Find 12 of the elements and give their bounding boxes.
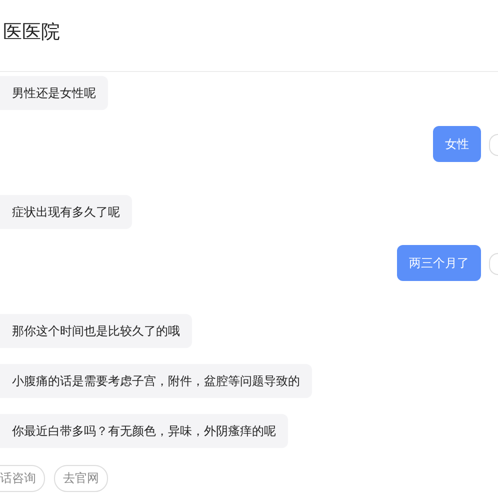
- message-bubble: 你最近白带多吗？有无颜色，异味，外阴瘙痒的呢: [0, 414, 288, 448]
- quick-reply-chip[interactable]: 话咨询: [0, 465, 45, 492]
- message-bubble: 那你这个时间也是比较久了的哦: [0, 314, 192, 348]
- message-bubble: 两三个月了: [397, 245, 481, 281]
- message-bubble: 男性还是女性呢: [0, 76, 108, 110]
- avatar-icon: [489, 253, 498, 275]
- message-bubble: 女性: [433, 126, 481, 162]
- page-title: 医医院: [3, 20, 60, 44]
- message-bubble: 小腹痛的话是需要考虑子宫，附件，盆腔等问题导致的: [0, 364, 312, 398]
- message-bubble: 症状出现有多久了呢: [0, 195, 132, 229]
- quick-reply-chip[interactable]: 去官网: [54, 465, 108, 492]
- avatar-icon: [489, 134, 498, 156]
